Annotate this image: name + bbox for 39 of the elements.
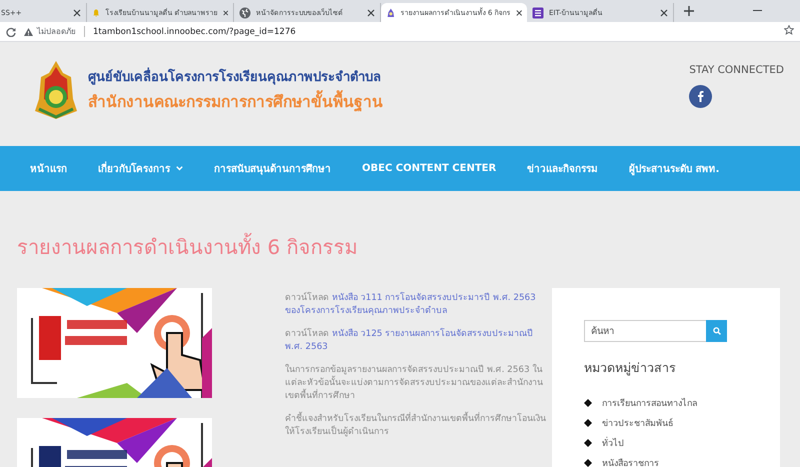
security-label[interactable]: ไม่ปลอดภัย — [37, 25, 76, 38]
search-button[interactable] — [706, 320, 727, 342]
categories-heading: หมวดหมู่ข่าวสาร — [584, 359, 677, 378]
url-field[interactable]: 1tambon1school.innoobec.com/?page_id=1276 — [93, 26, 296, 36]
facebook-icon[interactable] — [689, 85, 712, 108]
diamond-bullet-icon — [584, 399, 592, 407]
social-heading: STAY CONNECTED — [689, 64, 784, 76]
category-link[interactable]: การเรียนการสอนทางไกล — [602, 396, 698, 410]
category-link[interactable]: หนังสือราชการ — [602, 456, 659, 467]
diamond-bullet-icon — [584, 419, 592, 427]
diamond-bullet-icon — [584, 459, 592, 467]
download-paragraph[interactable]: ดาวน์โหลด หนังสือ ว111 การโอนจัดสรรงบประมารปี พ.ศ. 2563 ของโครงการโรงเรียนคุณภาพประจำตำบล — [285, 292, 547, 318]
form-icon — [532, 6, 544, 18]
minimize-icon[interactable] — [753, 10, 762, 12]
chevron-down-icon[interactable] — [176, 166, 183, 171]
warning-icon[interactable] — [24, 28, 33, 36]
new-tab-icon[interactable] — [684, 6, 694, 16]
reload-icon[interactable] — [6, 26, 16, 36]
category-link[interactable]: ข่าวประชาสัมพันธ์ — [602, 416, 673, 430]
globe-icon — [239, 6, 251, 18]
page-title: รายงานผลการดำเนินงานทั้ง 6 กิจกรรม — [17, 231, 800, 263]
close-icon[interactable] — [222, 8, 228, 16]
search-field[interactable]: ค้นหา — [584, 320, 706, 342]
bell-icon — [92, 6, 100, 18]
diamond-bullet-icon — [584, 439, 592, 447]
search-icon — [712, 327, 720, 335]
category-link[interactable]: ทั่วไป — [602, 436, 624, 450]
close-icon[interactable] — [660, 8, 668, 16]
site-subtitle: สำนักงานคณะกรรมการการศึกษาขั้นพื้นฐาน — [88, 89, 383, 114]
paragraph: คำชี้แจงสำหรับโรงเรียนในกรณีที่สำนักงานเขตพื้นที่การศึกษาโอนเงินให้โรงเรียนเป็นผู้ดำเนินการ — [285, 413, 547, 439]
close-icon[interactable] — [73, 8, 81, 16]
emblem-icon — [386, 6, 396, 18]
download-paragraph[interactable]: ดาวน์โหลด หนังสือ ว125 รายงานผลการโอนจัดสรรงบประมาณปี พ.ศ. 2563 — [285, 328, 547, 354]
bookmark-star-icon[interactable] — [784, 25, 794, 35]
site-title[interactable]: ศูนย์ขับเคลื่อนโครงการโรงเรียนคุณภาพประจำตำบล — [88, 66, 383, 87]
paragraph: ในการกรอกข้อมูลรายงานผลการจัดสรรงบประมาณปี พ.ศ. 2563 ในแต่ละหัวข้อนั้นจะแบ่งตามการจัดสรรงบประมาณของแต่ละสำนักงานเขตพื้นที่การศึกษา — [285, 364, 544, 403]
close-icon[interactable] — [516, 8, 522, 16]
close-icon[interactable] — [367, 8, 375, 16]
emblem-logo[interactable] — [33, 59, 79, 121]
